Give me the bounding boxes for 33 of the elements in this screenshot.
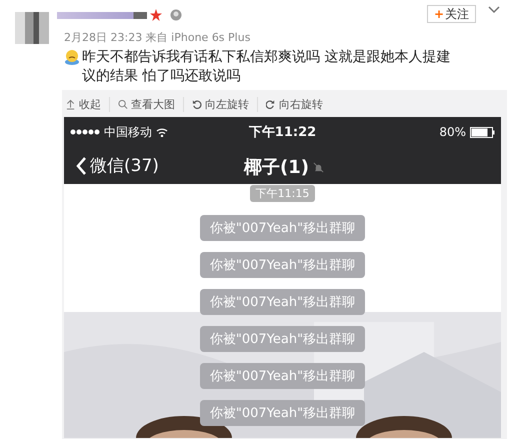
- star-icon: [150, 9, 162, 21]
- system-message: 你被"007Yeah"移出群聊: [200, 326, 366, 352]
- system-message: 你被"007Yeah"移出群聊: [200, 289, 366, 315]
- system-message: 你被"007Yeah"移出群聊: [200, 363, 366, 389]
- signal-icon: [70, 129, 100, 135]
- back-button[interactable]: 微信(37): [76, 154, 159, 177]
- back-chevron-icon: [76, 156, 87, 174]
- search-icon: [118, 98, 128, 110]
- chat-timestamp: 下午11:15: [250, 185, 316, 202]
- system-message: 你被"007Yeah"移出群聊: [200, 215, 366, 241]
- up-arrow-icon: [66, 98, 76, 110]
- emoji-icon: [64, 49, 80, 65]
- post-text: 昨天不都告诉我有话私下私信郑爽说吗 这就是跟她本人提建议的结果 怕了吗还敢说吗: [82, 48, 452, 86]
- chat-title: 椰子(1): [244, 156, 309, 179]
- battery-percent: 80%: [439, 125, 466, 139]
- system-message: 你被"007Yeah"移出群聊: [200, 400, 366, 426]
- chevron-down-icon[interactable]: [488, 6, 500, 14]
- clock: 下午11:22: [248, 124, 316, 141]
- battery-icon: [470, 126, 495, 138]
- rotate-left-button[interactable]: 向左旋转: [184, 96, 258, 112]
- system-message: 你被"007Yeah"移出群聊: [200, 252, 366, 278]
- zoom-button[interactable]: 查看大图: [110, 96, 184, 112]
- avatar[interactable]: [15, 12, 49, 44]
- rotate-icon: [192, 98, 202, 110]
- medal-icon: [170, 9, 182, 21]
- carrier-name: 中国移动: [104, 124, 152, 140]
- wifi-icon: [156, 127, 168, 137]
- rotate-icon: [266, 98, 276, 110]
- username-blur[interactable]: [57, 12, 147, 19]
- post-meta: 2月28日 23:23 来自 iPhone 6s Plus: [64, 30, 250, 45]
- follow-button[interactable]: +关注: [427, 5, 476, 23]
- collapse-button[interactable]: 收起: [66, 96, 110, 112]
- rotate-right-button[interactable]: 向右旋转: [258, 96, 331, 112]
